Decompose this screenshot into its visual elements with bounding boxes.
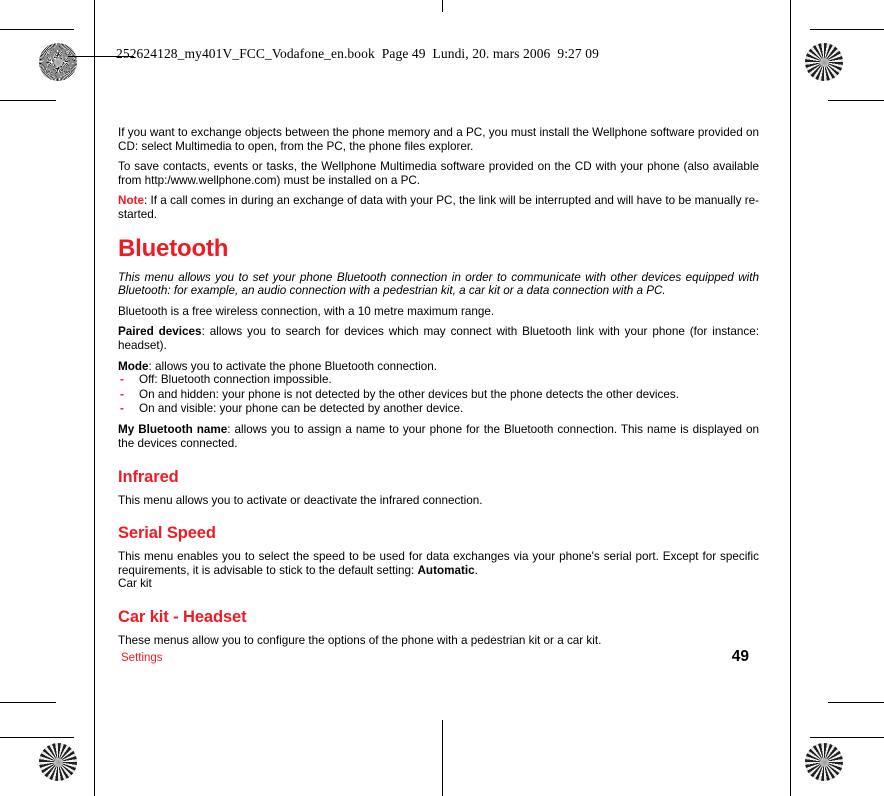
page-footer: Settings 49	[121, 648, 749, 666]
color-rosette-bottom-left	[39, 743, 77, 781]
registration-mark-top-right	[755, 41, 785, 71]
dash-bullet-icon: -	[120, 387, 124, 401]
trim-line-left	[94, 0, 95, 796]
heading-car-kit-headset: Car kit - Headset	[118, 607, 247, 626]
paired-devices-text: : allows you to search for devices which…	[118, 325, 760, 352]
trim-line-bottom-center	[442, 720, 443, 796]
heading-bluetooth: Bluetooth	[118, 234, 229, 262]
intro-note: Note: If a call comes in during an excha…	[118, 194, 759, 221]
serial-speed-paragraph-1: This menu enables you to select the spee…	[118, 550, 759, 577]
bluetooth-paragraph-1: Bluetooth is a free wireless connection,…	[118, 304, 495, 318]
registration-mark-lower-left	[41, 669, 71, 699]
bluetooth-paired-devices: Paired devices: allows you to search for…	[118, 325, 759, 352]
registration-mark-bottom-center	[427, 751, 457, 781]
trim-line-bottom-left	[0, 737, 74, 738]
list-item: - On and visible: your phone can be detec…	[118, 402, 759, 416]
color-rosette-bottom-right	[805, 743, 843, 781]
serial-speed-text-after: .	[474, 563, 478, 577]
mode-option-text: On and visible: your phone can be detect…	[139, 401, 464, 415]
registration-mark-mid-right	[811, 383, 841, 413]
list-item: - Off: Bluetooth connection impossible.	[118, 373, 759, 387]
page-number: 49	[731, 648, 749, 665]
trim-line-upper-right	[828, 100, 884, 101]
bluetooth-mode: Mode: allows you to activate the phone B…	[118, 360, 759, 374]
trim-line-top-left	[0, 29, 74, 30]
registration-mark-upper-right	[813, 103, 843, 133]
heading-infrared: Infrared	[118, 467, 179, 486]
serial-speed-paragraph-2: Car kit	[118, 577, 152, 591]
bluetooth-intro-italic: This menu allows you to set your phone B…	[118, 270, 759, 298]
car-kit-paragraph-1: These menus allow you to configure the o…	[118, 633, 602, 647]
registration-mark-bottom-left	[97, 751, 127, 781]
mode-option-text: Off: Bluetooth connection impossible.	[139, 373, 332, 387]
registration-mark-mid-left	[43, 383, 73, 413]
mode-text: : allows you to activate the phone Bluet…	[148, 359, 437, 373]
trim-line-right	[790, 0, 791, 796]
infrared-paragraph-1: This menu allows you to activate or deac…	[118, 493, 483, 507]
color-rosette-top-right	[805, 43, 843, 81]
heading-serial-speed: Serial Speed	[118, 524, 216, 543]
registration-mark-bottom-right	[755, 751, 785, 781]
intro-paragraph-1: If you want to exchange objects between …	[118, 126, 759, 153]
registration-mark-top-right-inner	[755, 41, 785, 71]
trim-line-upper-left	[0, 100, 56, 101]
intro-paragraph-2: To save contacts, events or tasks, the W…	[118, 160, 759, 187]
trim-line-lower-left	[0, 702, 56, 703]
running-head: Settings	[121, 652, 163, 664]
mode-option-text: On and hidden: your phone is not detecte…	[139, 387, 679, 401]
registration-mark-upper-left	[41, 103, 71, 133]
paired-devices-label: Paired devices	[118, 325, 202, 339]
book-slug-line: 252624128_my401V_FCC_Vodafone_en.book Pa…	[116, 46, 599, 61]
mode-label: Mode	[118, 359, 149, 373]
my-bluetooth-name-label: My Bluetooth name	[118, 423, 228, 437]
bluetooth-mode-options: - Off: Bluetooth connection impossible. -…	[118, 373, 759, 416]
registration-mark-lower-right	[813, 669, 843, 699]
dash-bullet-icon: -	[120, 401, 124, 415]
dash-bullet-icon: -	[120, 373, 124, 387]
note-text: : If a call comes in during an exchange …	[118, 194, 759, 221]
bluetooth-my-name: My Bluetooth name: allows you to assign …	[118, 423, 759, 450]
trim-line-bottom-right	[810, 737, 884, 738]
trim-line-top-right	[810, 29, 884, 30]
list-item: - On and hidden: your phone is not detect…	[118, 388, 759, 402]
serial-speed-default-value: Automatic	[417, 563, 475, 577]
page-content: If you want to exchange objects between …	[118, 126, 759, 655]
trim-line-lower-right	[828, 702, 884, 703]
trim-line-top-center	[442, 0, 443, 12]
color-rosette-top-left	[39, 43, 77, 81]
note-label: Note	[118, 194, 144, 208]
